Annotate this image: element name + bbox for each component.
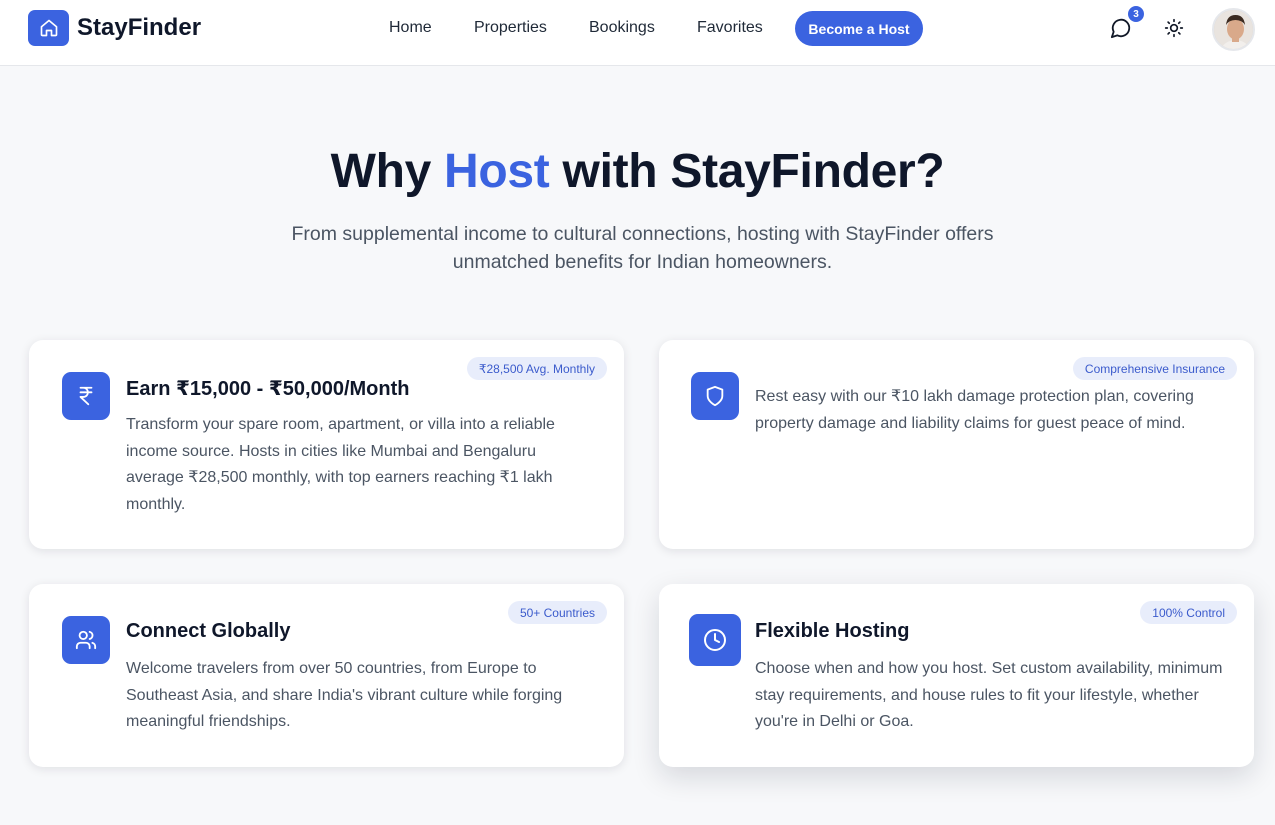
card-title: Earn ₹15,000 - ₹50,000/Month: [126, 378, 410, 400]
card-badge: ₹28,500 Avg. Monthly: [466, 357, 607, 380]
benefit-card-earn: ₹28,500 Avg. Monthly Earn ₹15,000 - ₹50,…: [29, 340, 624, 549]
shield-icon: [691, 372, 739, 420]
home-icon: [28, 10, 69, 46]
nav-favorites[interactable]: Favorites: [697, 19, 763, 37]
card-description: Choose when and how you host. Set custom…: [755, 660, 1223, 730]
brand-logo[interactable]: StayFinder: [28, 10, 201, 46]
card-title: Flexible Hosting: [755, 620, 910, 642]
become-host-button[interactable]: Become a Host: [795, 11, 923, 46]
nav-home[interactable]: Home: [389, 19, 432, 37]
card-title: Connect Globally: [126, 620, 291, 642]
top-navigation-bar: StayFinder Home Properties Bookings Favo…: [0, 0, 1275, 66]
theme-toggle-button[interactable]: [1160, 14, 1188, 42]
card-description: Welcome travelers from over 50 countries…: [126, 660, 563, 730]
card-badge: 100% Control: [1140, 601, 1237, 624]
benefit-card-insurance: Comprehensive Insurance Rest easy with o…: [659, 340, 1254, 549]
title-accent: Host: [444, 145, 550, 198]
card-description: Rest easy with our ₹10 lakh damage prote…: [755, 388, 1194, 432]
title-part-end: with StayFinder?: [549, 145, 945, 198]
user-avatar[interactable]: [1212, 8, 1255, 51]
page-subtitle: From supplemental income to cultural con…: [291, 223, 994, 273]
card-description: Transform your spare room, apartment, or…: [126, 416, 555, 513]
sun-icon: [1164, 18, 1184, 38]
message-count-badge: 3: [1128, 6, 1144, 22]
message-circle-icon: [1110, 18, 1131, 39]
page-title: Why Host with StayFinder?: [0, 144, 1275, 199]
users-icon: [62, 616, 110, 664]
brand-name: StayFinder: [77, 14, 202, 41]
card-badge: 50+ Countries: [507, 601, 607, 624]
nav-bookings[interactable]: Bookings: [589, 19, 655, 37]
title-part-start: Why: [330, 145, 445, 198]
rupee-icon: [62, 372, 110, 420]
card-badge: Comprehensive Insurance: [1072, 357, 1237, 380]
nav-properties[interactable]: Properties: [474, 19, 547, 37]
benefit-card-connect: 50+ Countries Connect Globally Welcome t…: [29, 584, 624, 767]
benefit-card-flexible: 100% Control Flexible Hosting Choose whe…: [659, 584, 1254, 767]
clock-icon: [689, 614, 741, 666]
